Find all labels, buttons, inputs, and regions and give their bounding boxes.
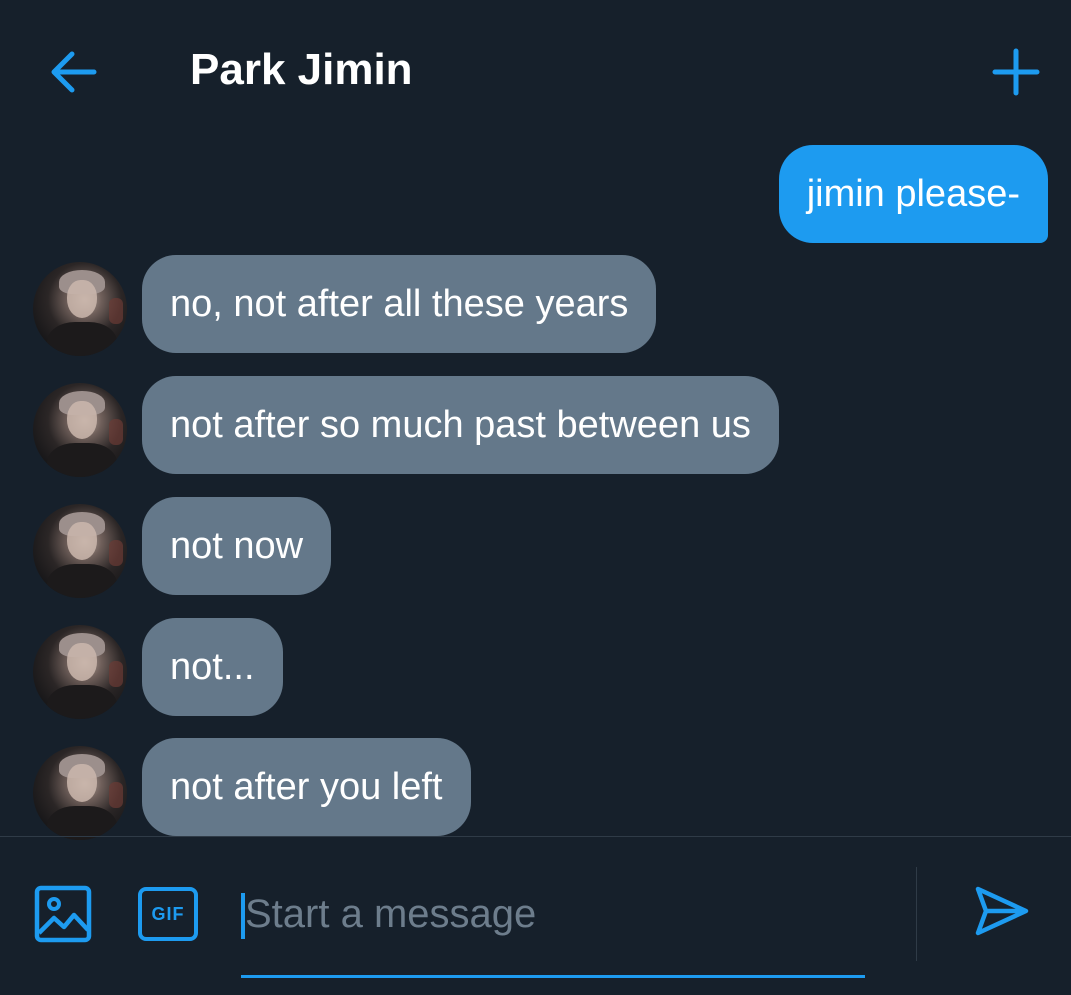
avatar[interactable] [33,504,127,598]
message-list: jimin please- no, not after all these ye… [0,140,1071,840]
received-message[interactable]: no, not after all these years [142,255,657,353]
arrow-left-icon [51,51,97,93]
message-composer: GIF [0,836,1071,995]
message-input-wrapper [241,877,865,978]
plus-icon [992,48,1040,96]
dm-screen: Park Jimin jimin please- no, not after a… [0,0,1071,995]
received-message[interactable]: not... [142,618,283,716]
received-message[interactable]: not now [142,497,332,595]
add-media-button[interactable] [34,885,92,943]
conversation-title: Park Jimin [190,45,413,94]
gif-button[interactable]: GIF [138,887,198,941]
composer-divider [916,867,917,961]
message-input[interactable] [241,877,865,951]
avatar[interactable] [33,746,127,840]
image-icon [34,885,92,943]
avatar[interactable] [33,625,127,719]
avatar[interactable] [33,262,127,356]
back-button[interactable] [44,42,104,102]
send-icon [975,886,1029,936]
text-caret [241,893,245,939]
received-message[interactable]: not after you left [142,738,471,836]
add-people-button[interactable] [986,42,1046,102]
avatar[interactable] [33,383,127,477]
send-button[interactable] [972,881,1038,947]
conversation-header: Park Jimin [0,0,1071,140]
sent-message[interactable]: jimin please- [778,145,1048,243]
input-underline [241,975,865,978]
received-message[interactable]: not after so much past between us [142,376,779,474]
